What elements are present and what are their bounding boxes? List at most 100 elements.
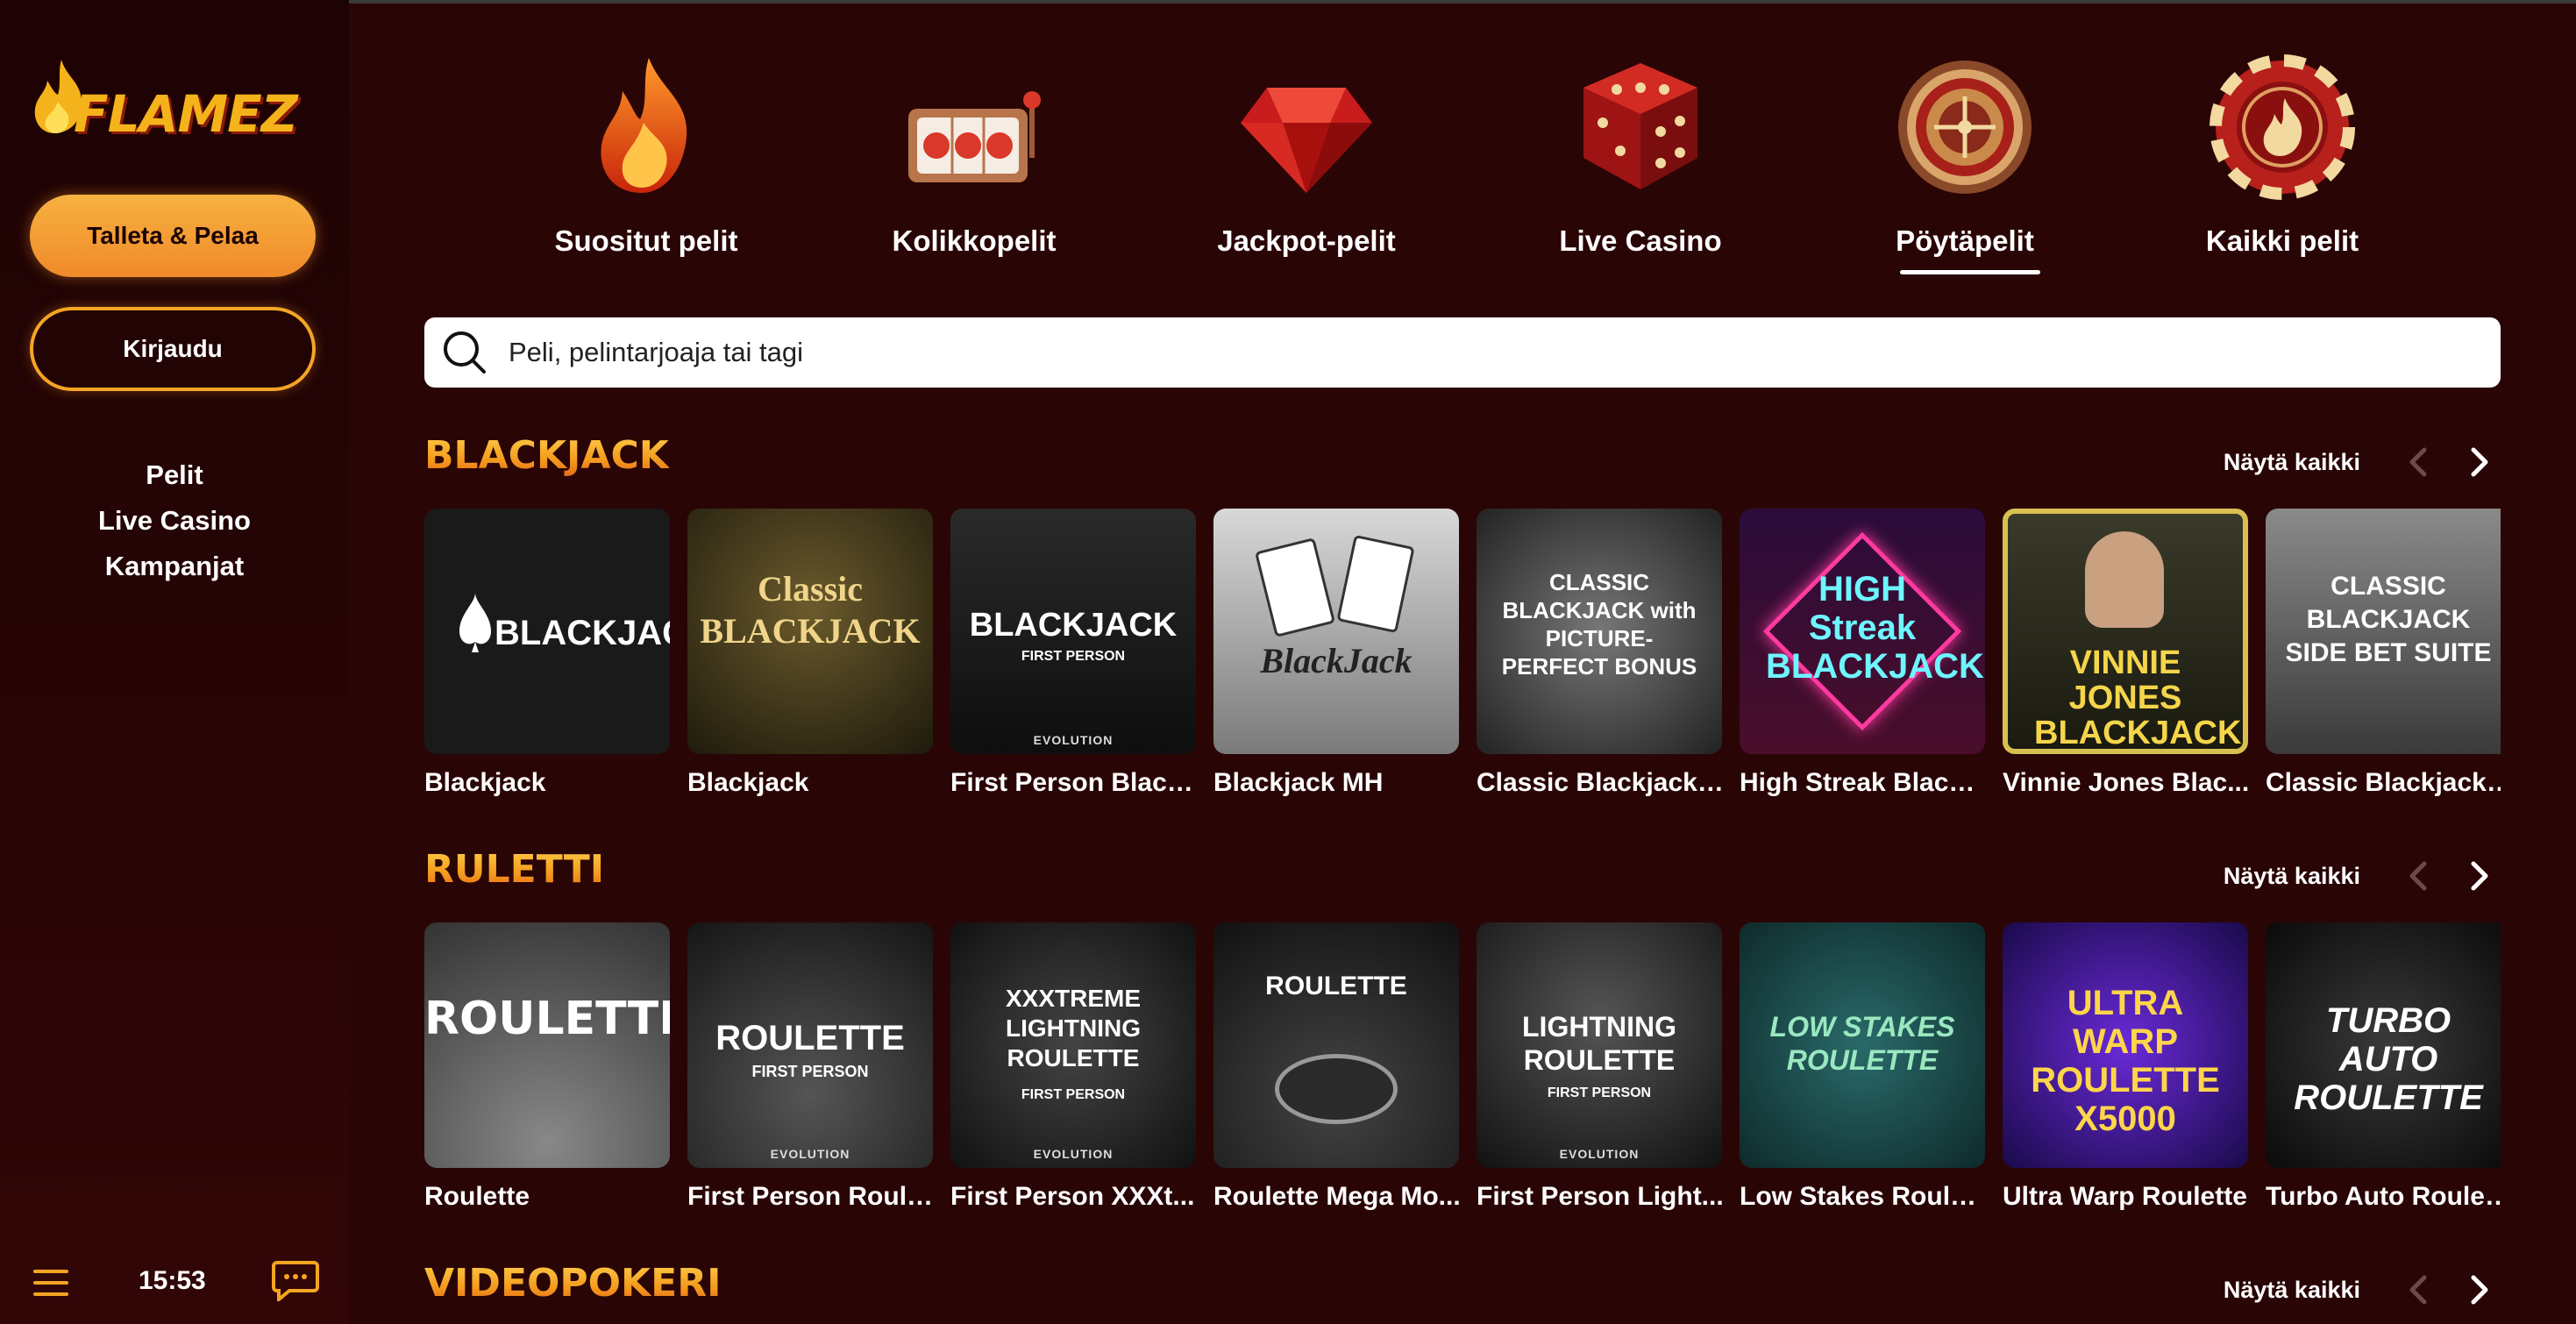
game-thumbnail[interactable]: VINNIE JONES BLACKJACK: [2003, 509, 2248, 754]
game-art-title: ROULETTE: [424, 993, 670, 1045]
game-art-title: ROULETTE: [1265, 972, 1407, 1000]
clock: 15:53: [139, 1266, 206, 1295]
tab-all-games[interactable]: Kaikki pelit: [2151, 44, 2414, 281]
game-thumbnail[interactable]: Classic BLACKJACK: [687, 509, 933, 754]
sidebar-item-games[interactable]: Pelit: [146, 452, 203, 498]
game-name: Blackjack: [687, 768, 809, 797]
tab-table-games[interactable]: Pöytäpelit: [1833, 44, 2096, 281]
section-blackjack: BLACKJACK Näytä kaikki BLACKJACK Blackja…: [424, 433, 2501, 819]
search-input[interactable]: [509, 337, 2437, 368]
game-thumbnail[interactable]: BlackJack: [1213, 509, 1459, 754]
game-name: Ultra Warp Roulette: [2003, 1182, 2247, 1211]
game-tile[interactable]: Classic BLACKJACK Blackjack: [687, 509, 933, 798]
game-thumbnail[interactable]: CLASSIC BLACKJACK with PICTURE-PERFECT B…: [1477, 509, 1722, 754]
game-thumbnail[interactable]: XXXTREME LIGHTNING ROULETTE FIRST PERSON…: [950, 922, 1196, 1168]
game-name: Classic Blackjack ...: [2266, 768, 2501, 797]
tab-label: Kaikki pelit: [2205, 224, 2359, 257]
game-tile[interactable]: BLACKJACK FIRST PERSON EVOLUTION First P…: [950, 509, 1198, 798]
sidebar-item-live-casino[interactable]: Live Casino: [98, 498, 251, 544]
game-name: Roulette: [424, 1182, 530, 1211]
tab-jackpot-games[interactable]: Jackpot-pelit: [1175, 44, 1438, 281]
game-name: Blackjack: [424, 768, 546, 797]
game-name: First Person Black...: [950, 768, 1198, 797]
active-tab-indicator: [1900, 270, 2040, 274]
deposit-play-button[interactable]: Talleta & Pelaa: [30, 195, 316, 277]
login-button[interactable]: Kirjaudu: [30, 307, 316, 391]
game-art-title: LOW STAKES ROULETTE: [1769, 1011, 1955, 1076]
hamburger-menu-icon[interactable]: [32, 1268, 70, 1298]
game-tile[interactable]: BLACKJACK Blackjack: [424, 509, 670, 798]
game-art-subtitle: FIRST PERSON: [1021, 1087, 1126, 1102]
sidebar-item-promotions[interactable]: Kampanjat: [105, 544, 244, 589]
provider-label: EVOLUTION: [1033, 1147, 1114, 1161]
view-all-link[interactable]: Näytä kaikki: [2224, 863, 2360, 890]
game-name: Turbo Auto Roulette: [2266, 1182, 2501, 1211]
game-art-title: LIGHTNING ROULETTE: [1522, 1011, 1676, 1076]
game-thumbnail[interactable]: LIGHTNING ROULETTE FIRST PERSON EVOLUTIO…: [1477, 922, 1722, 1168]
tab-label: Live Casino: [1559, 224, 1722, 257]
game-name: Roulette Mega Mo...: [1213, 1182, 1461, 1211]
game-tile[interactable]: LIGHTNING ROULETTE FIRST PERSON EVOLUTIO…: [1477, 922, 1724, 1212]
chevron-right-icon: [2471, 1275, 2488, 1305]
game-tile[interactable]: VINNIE JONES BLACKJACK Vinnie Jones Blac…: [2003, 509, 2250, 798]
main-content: Suositut pelit Kolikkopelit Jackpot-peli…: [349, 0, 2576, 1324]
game-tile[interactable]: HIGH Streak BLACKJACK High Streak Blackj…: [1740, 509, 1987, 798]
game-name: Classic Blackjack ...: [1477, 768, 1724, 797]
dice-icon: [1583, 63, 1697, 189]
game-thumbnail[interactable]: HIGH Streak BLACKJACK: [1740, 509, 1985, 754]
game-tile[interactable]: ROULETTE Roulette: [424, 922, 670, 1212]
chevron-left-icon: [2409, 861, 2427, 891]
search-icon: [444, 331, 486, 374]
game-tile[interactable]: CLASSIC BLACKJACK SIDE BET SUITE Classic…: [2266, 509, 2501, 798]
prev-arrow-button[interactable]: [2397, 1270, 2437, 1310]
game-tile[interactable]: ROULETTE Roulette Mega Mo...: [1213, 922, 1461, 1212]
game-art-subtitle: FIRST PERSON: [1021, 649, 1126, 664]
game-thumbnail[interactable]: BLACKJACK FIRST PERSON EVOLUTION: [950, 509, 1196, 754]
slot-machine-icon: [908, 91, 1041, 182]
game-tile[interactable]: CLASSIC BLACKJACK with PICTURE-PERFECT B…: [1477, 509, 1724, 798]
game-tile[interactable]: BlackJack Blackjack MH: [1213, 509, 1459, 798]
next-arrow-button[interactable]: [2460, 1270, 2501, 1310]
chat-icon[interactable]: [272, 1259, 319, 1301]
roulette-wheel-icon: [1898, 61, 2032, 194]
sidebar-nav: Pelit Live Casino Kampanjat: [0, 452, 349, 589]
game-name: Vinnie Jones Blac...: [2003, 768, 2250, 797]
game-tile[interactable]: LOW STAKES ROULETTE Low Stakes Roulet...: [1740, 922, 1987, 1212]
flamez-logo[interactable]: FLAMEZ: [32, 53, 321, 149]
game-thumbnail[interactable]: LOW STAKES ROULETTE: [1740, 922, 1985, 1168]
game-art-title: TURBO AUTO ROULETTE: [2294, 1001, 2483, 1117]
game-thumbnail[interactable]: ROULETTE: [1213, 922, 1459, 1168]
next-arrow-button[interactable]: [2460, 856, 2501, 896]
game-thumbnail[interactable]: ULTRA WARP ROULETTE X5000: [2003, 922, 2248, 1168]
game-thumbnail[interactable]: CLASSIC BLACKJACK SIDE BET SUITE: [2266, 509, 2501, 754]
sidebar: FLAMEZ Talleta & Pelaa Kirjaudu Pelit Li…: [0, 0, 349, 1324]
game-art-title: ULTRA WARP ROULETTE X5000: [2031, 984, 2220, 1138]
prev-arrow-button[interactable]: [2397, 856, 2437, 896]
next-arrow-button[interactable]: [2460, 442, 2501, 482]
game-thumbnail[interactable]: TURBO AUTO ROULETTE: [2266, 922, 2501, 1168]
view-all-link[interactable]: Näytä kaikki: [2224, 1277, 2360, 1304]
game-tile[interactable]: ULTRA WARP ROULETTE X5000 Ultra Warp Rou…: [2003, 922, 2248, 1212]
game-thumbnail[interactable]: ROULETTE FIRST PERSON EVOLUTION: [687, 922, 933, 1168]
chevron-right-icon: [2471, 447, 2488, 477]
tab-popular-games[interactable]: Suositut pelit: [515, 44, 778, 281]
diamond-icon: [1241, 88, 1372, 193]
game-art-title: Classic BLACKJACK: [700, 569, 921, 651]
game-tile[interactable]: XXXTREME LIGHTNING ROULETTE FIRST PERSON…: [950, 922, 1196, 1212]
game-art-title: VINNIE JONES BLACKJACK: [2034, 644, 2242, 751]
sidebar-footer: 15:53: [0, 1249, 349, 1310]
game-row: BLACKJACK Blackjack Classic BLACKJACK Bl…: [424, 495, 2501, 810]
section-nav: Näytä kaikki: [2224, 1268, 2501, 1312]
section-title: VIDEOPOKERI: [424, 1261, 722, 1306]
prev-arrow-button[interactable]: [2397, 442, 2437, 482]
game-thumbnail[interactable]: ROULETTE: [424, 922, 670, 1168]
chevron-left-icon: [2409, 1275, 2427, 1305]
game-thumbnail[interactable]: BLACKJACK: [424, 509, 670, 754]
game-tile[interactable]: TURBO AUTO ROULETTE Turbo Auto Roulette: [2266, 922, 2501, 1212]
view-all-link[interactable]: Näytä kaikki: [2224, 449, 2360, 476]
tab-live-casino[interactable]: Live Casino: [1509, 44, 1772, 281]
search-bar[interactable]: [424, 317, 2501, 388]
game-art-title: BlackJack: [1260, 641, 1413, 680]
tab-slots[interactable]: Kolikkopelit: [843, 44, 1106, 281]
game-tile[interactable]: ROULETTE FIRST PERSON EVOLUTION First Pe…: [687, 922, 935, 1212]
